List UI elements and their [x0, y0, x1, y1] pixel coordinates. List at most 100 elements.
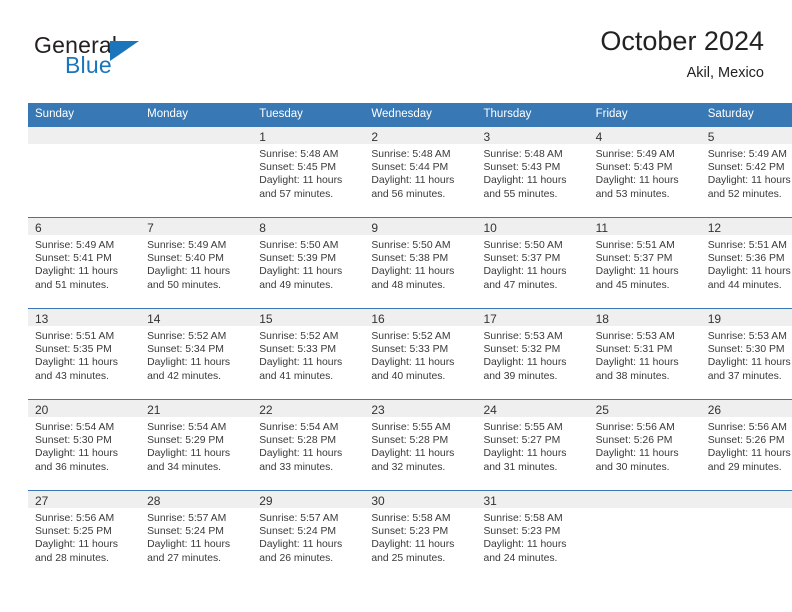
day-details: Sunrise: 5:53 AM Sunset: 5:32 PM Daylight:… — [477, 326, 589, 383]
calendar-day-cell[interactable]: 8 Sunrise: 5:50 AM Sunset: 5:39 PM Daylight… — [252, 217, 365, 309]
calendar-day-cell[interactable]: 15 Sunrise: 5:52 AM Sunset: 5:33 PM Dayligh… — [252, 308, 365, 400]
day-number-band: 27 — [28, 491, 141, 508]
day-number: 16 — [371, 312, 385, 326]
daylight-text-line1: Daylight: 11 hours — [35, 539, 118, 551]
day-details: Sunrise: 5:49 AM Sunset: 5:43 PM Daylight:… — [589, 144, 701, 201]
day-number: 15 — [259, 312, 273, 326]
day-number: 6 — [35, 221, 42, 235]
sunrise-text: Sunrise: 5:52 AM — [259, 331, 339, 342]
calendar-day-cell[interactable]: 30 Sunrise: 5:58 AM Sunset: 5:23 PM Dayligh… — [364, 490, 477, 581]
sunrise-text: Sunrise: 5:53 AM — [483, 331, 563, 342]
calendar-day-cell[interactable]: 25 Sunrise: 5:56 AM Sunset: 5:26 PM Dayligh… — [588, 399, 701, 491]
day-number-band — [140, 127, 253, 144]
sunset-text: Sunset: 5:27 PM — [483, 435, 561, 447]
calendar-day-cell[interactable]: 24 Sunrise: 5:55 AM Sunset: 5:27 PM Dayligh… — [476, 399, 589, 491]
daylight-text-line2: and 55 minutes. — [483, 188, 558, 200]
calendar-day-cell[interactable]: 19 Sunrise: 5:53 AM Sunset: 5:30 PM Dayligh… — [700, 308, 792, 400]
sunrise-text: Sunrise: 5:54 AM — [147, 422, 227, 433]
calendar-day-cell[interactable]: 31 Sunrise: 5:58 AM Sunset: 5:23 PM Dayligh… — [476, 490, 589, 581]
calendar-day-cell[interactable]: 21 Sunrise: 5:54 AM Sunset: 5:29 PM Dayligh… — [140, 399, 253, 491]
sunrise-text: Sunrise: 5:53 AM — [707, 331, 787, 342]
day-number: 12 — [707, 221, 722, 235]
sunrise-text: Sunrise: 5:54 AM — [35, 422, 115, 433]
daylight-text-line1: Daylight: 11 hours — [259, 448, 343, 460]
day-number-band: 31 — [476, 491, 589, 508]
daylight-text-line2: and 25 minutes. — [371, 552, 446, 564]
daylight-text-line2: and 32 minutes. — [371, 461, 446, 473]
calendar-day-cell[interactable]: 16 Sunrise: 5:52 AM Sunset: 5:33 PM Dayligh… — [364, 308, 477, 400]
sunset-text: Sunset: 5:26 PM — [707, 435, 785, 447]
calendar-day-cell[interactable]: 29 Sunrise: 5:57 AM Sunset: 5:24 PM Dayligh… — [252, 490, 365, 581]
day-number-band: 28 — [140, 491, 253, 508]
day-details: Sunrise: 5:53 AM Sunset: 5:30 PM Daylight:… — [701, 326, 792, 383]
day-number: 11 — [595, 221, 609, 235]
day-details: Sunrise: 5:55 AM Sunset: 5:27 PM Daylight:… — [477, 417, 589, 474]
daylight-text-line1: Daylight: 11 hours — [259, 266, 343, 278]
sunset-text: Sunset: 5:28 PM — [259, 435, 337, 447]
calendar-day-cell[interactable]: 5 Sunrise: 5:49 AM Sunset: 5:42 PM Daylight… — [700, 127, 792, 218]
calendar-day-cell[interactable]: 12 Sunrise: 5:51 AM Sunset: 5:36 PM Dayligh… — [700, 217, 792, 309]
sunset-text: Sunset: 5:40 PM — [147, 253, 224, 265]
sunset-text: Sunset: 5:29 PM — [147, 435, 224, 447]
day-number-band: 17 — [476, 309, 589, 326]
sunrise-text: Sunrise: 5:51 AM — [595, 240, 675, 251]
day-number-band: 12 — [700, 218, 792, 235]
day-number-band: 30 — [364, 491, 477, 508]
sunrise-text: Sunrise: 5:56 AM — [35, 513, 115, 524]
calendar-day-cell[interactable]: 4 Sunrise: 5:49 AM Sunset: 5:43 PM Daylight… — [588, 127, 701, 218]
calendar-week-row: 1 Sunrise: 5:48 AM Sunset: 5:45 PM Daylight… — [28, 127, 792, 218]
daylight-text-line2: and 30 minutes. — [595, 461, 670, 473]
daylight-text-line2: and 24 minutes. — [483, 552, 558, 564]
day-details: Sunrise: 5:54 AM Sunset: 5:28 PM Daylight:… — [252, 417, 364, 474]
calendar-day-cell[interactable]: 22 Sunrise: 5:54 AM Sunset: 5:28 PM Dayligh… — [252, 399, 365, 491]
calendar-day-cell[interactable]: 2 Sunrise: 5:48 AM Sunset: 5:44 PM Daylight… — [364, 127, 477, 218]
daylight-text-line2: and 47 minutes. — [483, 279, 558, 291]
sunset-text: Sunset: 5:38 PM — [371, 253, 449, 265]
day-number-band: 19 — [700, 309, 792, 326]
calendar-day-cell[interactable]: 17 Sunrise: 5:53 AM Sunset: 5:32 PM Dayligh… — [476, 308, 589, 400]
day-number-band: 11 — [588, 218, 701, 235]
day-number-band: 18 — [588, 309, 701, 326]
calendar-day-cell[interactable]: 3 Sunrise: 5:48 AM Sunset: 5:43 PM Daylight… — [476, 127, 589, 218]
daylight-text-line2: and 49 minutes. — [259, 279, 334, 291]
daylight-text-line2: and 34 minutes. — [147, 461, 222, 473]
daylight-text-line2: and 37 minutes. — [707, 370, 782, 382]
calendar-day-cell[interactable]: 20 Sunrise: 5:54 AM Sunset: 5:30 PM Dayligh… — [28, 399, 141, 491]
day-number-band: 15 — [252, 309, 365, 326]
sunrise-text: Sunrise: 5:52 AM — [371, 331, 451, 342]
day-details: Sunrise: 5:49 AM Sunset: 5:42 PM Daylight:… — [701, 144, 792, 201]
daylight-text-line2: and 36 minutes. — [35, 461, 109, 473]
weekday-header-sunday: Sunday — [28, 103, 141, 127]
day-number-band: 20 — [28, 400, 141, 417]
calendar-day-cell[interactable]: 10 Sunrise: 5:50 AM Sunset: 5:37 PM Dayligh… — [476, 217, 589, 309]
sunset-text: Sunset: 5:24 PM — [259, 526, 337, 538]
day-number: 18 — [595, 312, 609, 326]
day-details: Sunrise: 5:57 AM Sunset: 5:24 PM Daylight:… — [252, 508, 364, 565]
daylight-text-line1: Daylight: 11 hours — [259, 539, 343, 551]
daylight-text-line1: Daylight: 11 hours — [483, 357, 567, 369]
daylight-text-line1: Daylight: 11 hours — [147, 266, 231, 278]
calendar-day-cell[interactable]: 11 Sunrise: 5:51 AM Sunset: 5:37 PM Dayligh… — [588, 217, 701, 309]
daylight-text-line1: Daylight: 11 hours — [707, 448, 791, 460]
calendar-day-cell[interactable]: 26 Sunrise: 5:56 AM Sunset: 5:26 PM Dayligh… — [700, 399, 792, 491]
weekday-header-friday: Friday — [588, 103, 701, 127]
daylight-text-line1: Daylight: 11 hours — [147, 539, 231, 551]
weekday-header-tuesday: Tuesday — [252, 103, 365, 127]
weekday-header-wednesday: Wednesday — [364, 103, 477, 127]
weekday-header-row: Sunday Monday Tuesday Wednesday Thursday Frid… — [28, 103, 792, 127]
page-header: General Blue October 2024 Akil, Mexico — [28, 24, 764, 94]
daylight-text-line2: and 27 minutes. — [147, 552, 222, 564]
day-number-band — [700, 491, 792, 508]
calendar-day-cell[interactable]: 1 Sunrise: 5:48 AM Sunset: 5:45 PM Daylight… — [252, 127, 365, 218]
calendar-day-cell[interactable]: 27 Sunrise: 5:56 AM Sunset: 5:25 PM Dayligh… — [28, 490, 141, 581]
calendar-day-cell[interactable]: 28 Sunrise: 5:57 AM Sunset: 5:24 PM Dayligh… — [140, 490, 253, 581]
calendar-day-cell[interactable]: 18 Sunrise: 5:53 AM Sunset: 5:31 PM Dayligh… — [588, 308, 701, 400]
calendar-day-cell[interactable]: 9 Sunrise: 5:50 AM Sunset: 5:38 PM Daylight… — [364, 217, 477, 309]
calendar-day-cell[interactable]: 6 Sunrise: 5:49 AM Sunset: 5:41 PM Daylight… — [28, 217, 141, 309]
daylight-text-line1: Daylight: 11 hours — [371, 266, 455, 278]
calendar-day-cell[interactable]: 14 Sunrise: 5:52 AM Sunset: 5:34 PM Dayligh… — [140, 308, 253, 400]
calendar-day-cell[interactable]: 23 Sunrise: 5:55 AM Sunset: 5:28 PM Dayligh… — [364, 399, 477, 491]
calendar-day-cell[interactable]: 7 Sunrise: 5:49 AM Sunset: 5:40 PM Daylight… — [140, 217, 253, 309]
calendar-day-cell[interactable]: 13 Sunrise: 5:51 AM Sunset: 5:35 PM Dayligh… — [28, 308, 141, 400]
sunrise-text: Sunrise: 5:56 AM — [595, 422, 675, 433]
